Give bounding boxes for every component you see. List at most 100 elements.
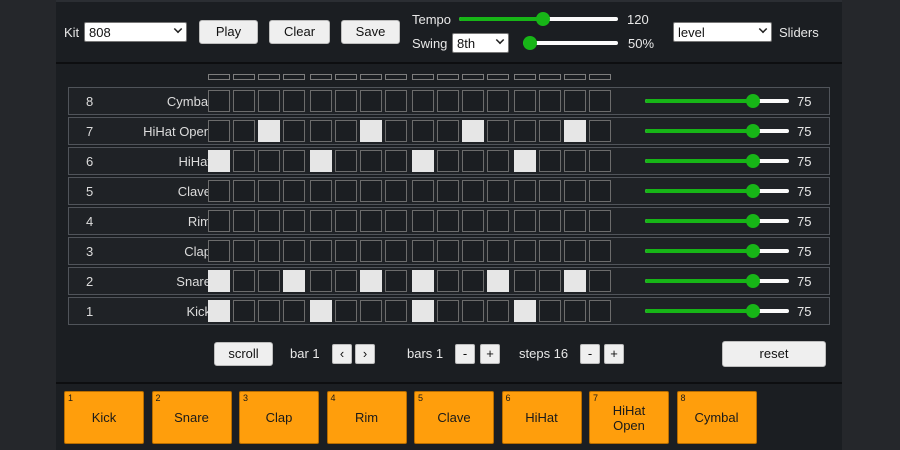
step-cell[interactable]: [437, 180, 459, 202]
step-cell[interactable]: [462, 300, 484, 322]
step-cell[interactable]: [233, 300, 255, 322]
step-cell[interactable]: [310, 270, 332, 292]
step-cell[interactable]: [539, 210, 561, 232]
step-cell[interactable]: [310, 180, 332, 202]
step-cell[interactable]: [283, 210, 305, 232]
step-cell[interactable]: [514, 150, 536, 172]
step-cell[interactable]: [514, 240, 536, 262]
drum-pad[interactable]: 4 Rim: [326, 391, 407, 444]
scroll-button[interactable]: scroll: [214, 342, 273, 366]
step-cell[interactable]: [233, 120, 255, 142]
step-cell[interactable]: [514, 210, 536, 232]
tempo-slider[interactable]: [459, 11, 618, 27]
step-cell[interactable]: [539, 240, 561, 262]
track-level-slider[interactable]: [645, 243, 789, 259]
steps-increment-button[interactable]: +: [604, 344, 624, 364]
step-cell[interactable]: [412, 240, 434, 262]
step-cell[interactable]: [564, 270, 586, 292]
step-cell[interactable]: [283, 180, 305, 202]
step-cell[interactable]: [360, 90, 382, 112]
step-cell[interactable]: [462, 210, 484, 232]
step-cell[interactable]: [208, 90, 230, 112]
step-cell[interactable]: [412, 120, 434, 142]
step-cell[interactable]: [412, 90, 434, 112]
step-cell[interactable]: [487, 120, 509, 142]
track-level-slider[interactable]: [645, 153, 789, 169]
step-cell[interactable]: [437, 210, 459, 232]
step-cell[interactable]: [539, 270, 561, 292]
step-cell[interactable]: [412, 180, 434, 202]
track-level-slider-thumb[interactable]: [746, 154, 760, 168]
step-cell[interactable]: [564, 120, 586, 142]
step-cell[interactable]: [258, 300, 280, 322]
step-cell[interactable]: [360, 300, 382, 322]
step-cell[interactable]: [385, 150, 407, 172]
step-cell[interactable]: [258, 270, 280, 292]
step-cell[interactable]: [283, 90, 305, 112]
step-cell[interactable]: [258, 120, 280, 142]
step-cell[interactable]: [487, 180, 509, 202]
step-cell[interactable]: [412, 210, 434, 232]
drum-pad[interactable]: 8 Cymbal: [676, 391, 757, 444]
step-cell[interactable]: [335, 120, 357, 142]
kit-select[interactable]: 808: [84, 22, 187, 42]
step-cell[interactable]: [335, 270, 357, 292]
step-cell[interactable]: [283, 240, 305, 262]
step-cell[interactable]: [514, 90, 536, 112]
step-cell[interactable]: [539, 90, 561, 112]
step-cell[interactable]: [487, 210, 509, 232]
step-cell[interactable]: [233, 270, 255, 292]
step-cell[interactable]: [310, 210, 332, 232]
step-cell[interactable]: [208, 270, 230, 292]
step-cell[interactable]: [412, 300, 434, 322]
step-cell[interactable]: [335, 300, 357, 322]
step-cell[interactable]: [258, 240, 280, 262]
step-cell[interactable]: [360, 180, 382, 202]
step-cell[interactable]: [437, 150, 459, 172]
step-cell[interactable]: [360, 240, 382, 262]
step-cell[interactable]: [589, 120, 611, 142]
track-level-slider-thumb[interactable]: [746, 274, 760, 288]
step-cell[interactable]: [437, 240, 459, 262]
step-cell[interactable]: [258, 180, 280, 202]
track-level-slider[interactable]: [645, 123, 789, 139]
track-level-slider-thumb[interactable]: [746, 184, 760, 198]
drum-pad[interactable]: 7 HiHat Open: [589, 391, 669, 444]
step-cell[interactable]: [385, 270, 407, 292]
tempo-slider-thumb[interactable]: [536, 12, 551, 26]
step-cell[interactable]: [385, 240, 407, 262]
drum-pad[interactable]: 6 HiHat: [501, 391, 582, 444]
step-cell[interactable]: [514, 180, 536, 202]
step-cell[interactable]: [539, 180, 561, 202]
track-level-slider-thumb[interactable]: [746, 94, 760, 108]
step-cell[interactable]: [487, 150, 509, 172]
step-cell[interactable]: [283, 270, 305, 292]
step-cell[interactable]: [335, 180, 357, 202]
step-cell[interactable]: [360, 210, 382, 232]
step-cell[interactable]: [233, 210, 255, 232]
step-cell[interactable]: [487, 240, 509, 262]
step-cell[interactable]: [412, 150, 434, 172]
bars-decrement-button[interactable]: -: [455, 344, 475, 364]
step-cell[interactable]: [462, 150, 484, 172]
step-cell[interactable]: [283, 150, 305, 172]
step-cell[interactable]: [589, 90, 611, 112]
step-cell[interactable]: [208, 210, 230, 232]
track-level-slider[interactable]: [645, 183, 789, 199]
step-cell[interactable]: [233, 240, 255, 262]
step-cell[interactable]: [310, 150, 332, 172]
step-cell[interactable]: [335, 90, 357, 112]
drum-pad[interactable]: 1 Kick: [64, 391, 144, 444]
step-cell[interactable]: [437, 300, 459, 322]
step-cell[interactable]: [514, 300, 536, 322]
step-cell[interactable]: [258, 210, 280, 232]
step-cell[interactable]: [539, 150, 561, 172]
step-cell[interactable]: [310, 300, 332, 322]
step-cell[interactable]: [258, 90, 280, 112]
step-cell[interactable]: [258, 150, 280, 172]
step-cell[interactable]: [208, 300, 230, 322]
step-cell[interactable]: [564, 300, 586, 322]
step-cell[interactable]: [564, 240, 586, 262]
step-cell[interactable]: [335, 150, 357, 172]
next-bar-button[interactable]: ›: [355, 344, 375, 364]
